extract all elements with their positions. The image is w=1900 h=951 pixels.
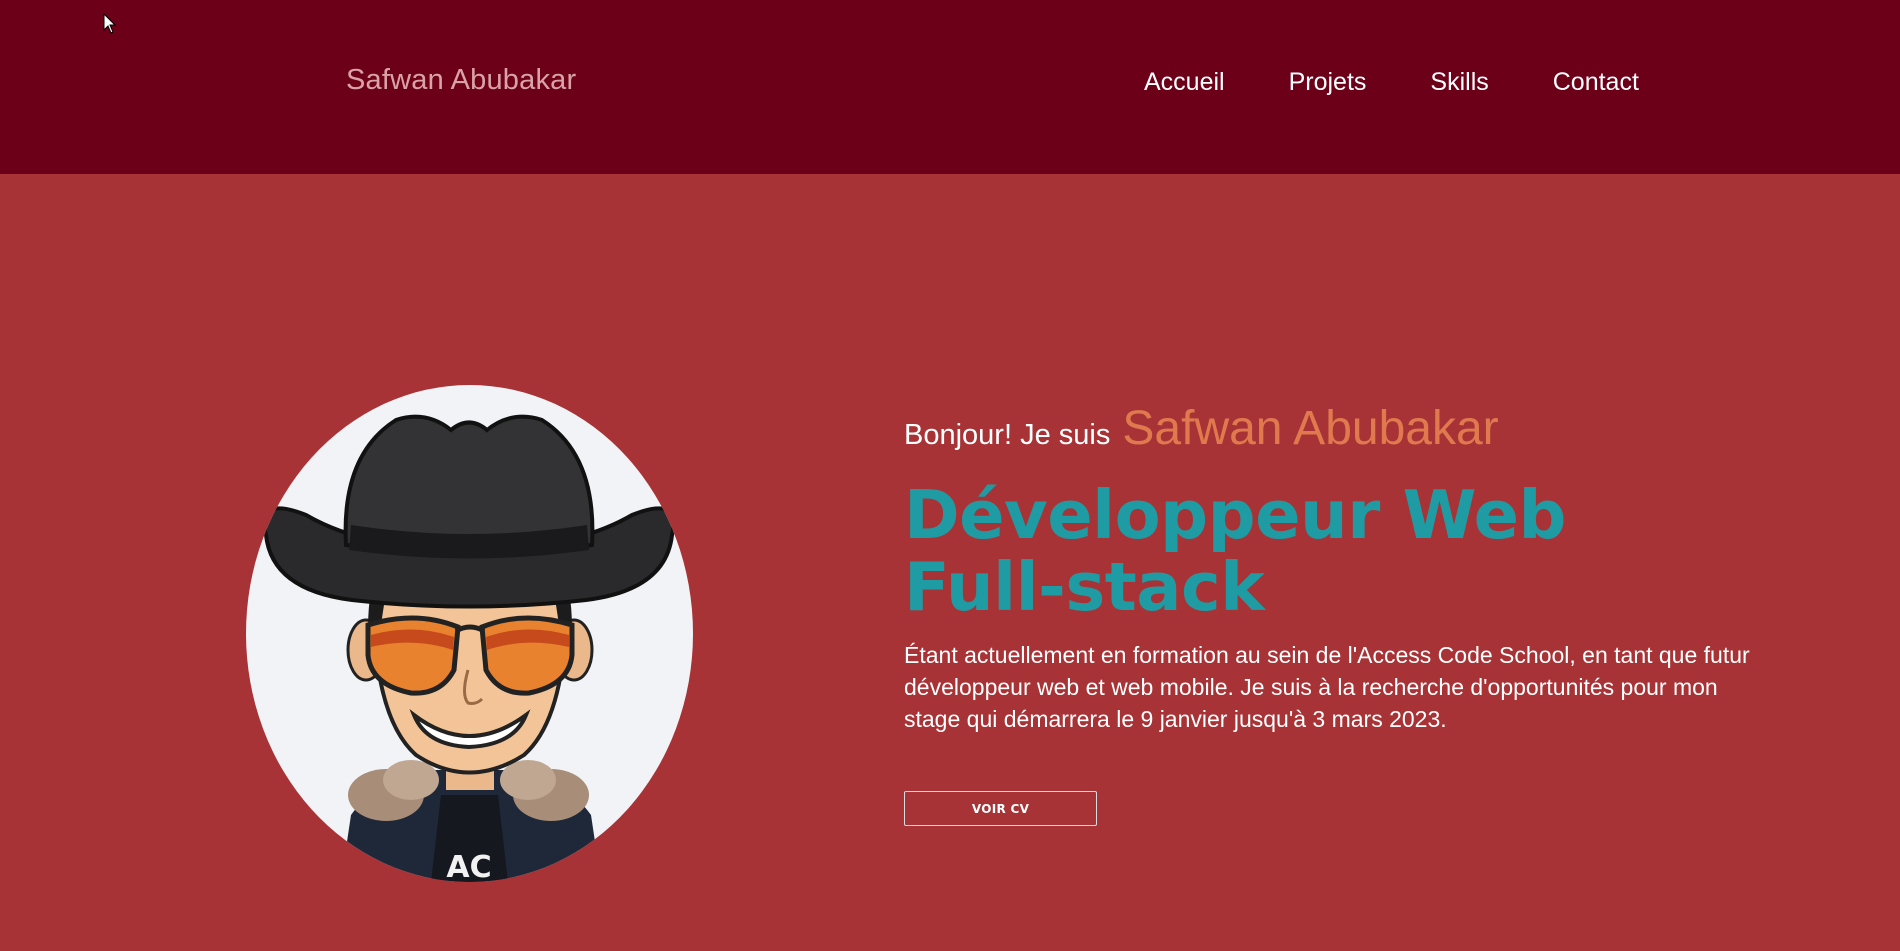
navbar: Safwan Abubakar Accueil Projets Skills C… <box>0 0 1900 174</box>
greeting-text: Bonjour! Je suis <box>904 419 1111 451</box>
hero-name: Safwan Abubakar <box>1122 402 1499 455</box>
nav-link-contact[interactable]: Contact <box>1553 68 1639 97</box>
shirt-text: AC <box>446 850 491 882</box>
nav-link-skills[interactable]: Skills <box>1430 68 1488 97</box>
hero-section: Bonjour! Je suis Safwan Abubakar Dévelop… <box>904 405 1784 735</box>
nav-links: Accueil Projets Skills Contact <box>1144 68 1639 97</box>
nav-link-accueil[interactable]: Accueil <box>1144 68 1225 97</box>
hero-description: Étant actuellement en formation au sein … <box>904 642 1750 732</box>
hero-title-line2: Full-stack <box>904 548 1265 626</box>
brand-logo-text[interactable]: Safwan Abubakar <box>346 64 576 97</box>
nav-link-projets[interactable]: Projets <box>1289 68 1367 97</box>
hero-greeting: Bonjour! Je suis Safwan Abubakar <box>904 405 1784 453</box>
hero-title-line1: Développeur Web <box>904 476 1567 554</box>
mouse-pointer-icon <box>103 13 117 34</box>
avatar: AC <box>246 385 693 882</box>
hero-title: Développeur Web Full-stack <box>904 479 1784 623</box>
view-cv-button[interactable]: VOIR CV <box>904 791 1097 826</box>
cowboy-avatar-illustration: AC <box>262 414 676 882</box>
